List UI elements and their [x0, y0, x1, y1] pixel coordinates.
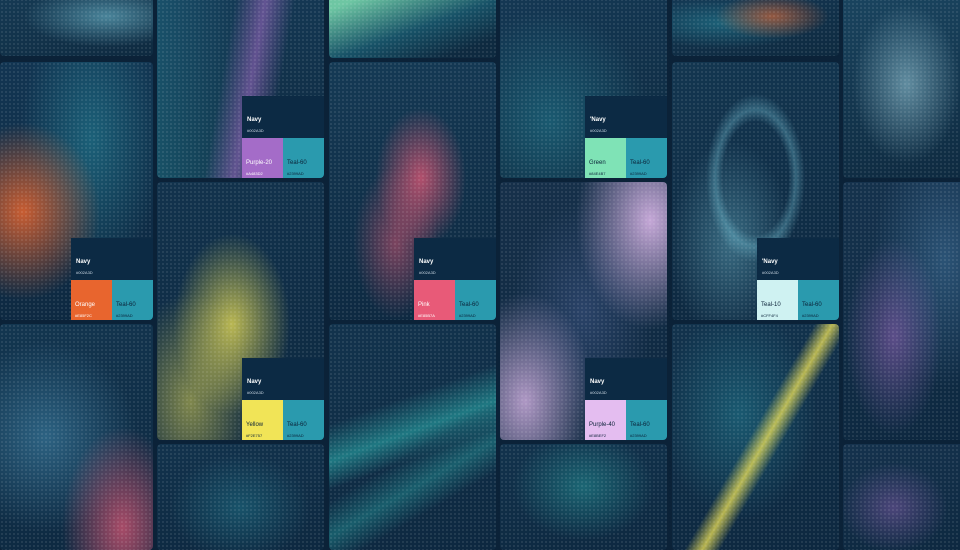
swatch-accent: Yellow #F2E757 [242, 400, 283, 440]
color-swatch-card: Navy #002A3D Purple-20 #A483D2 Teal-60 #… [242, 96, 324, 178]
texture-tile: 'Navy #002A3D Green #84E4B7 Teal-60 #239… [500, 0, 667, 178]
swatch-accent-hex: #84E4B7 [589, 171, 606, 176]
swatch-base-name: Navy [247, 117, 262, 123]
swatch-secondary-hex: #2399AD [287, 433, 304, 438]
swatch-accent-hex: #E85B7A [418, 313, 435, 318]
swatch-secondary-name: Teal-60 [459, 302, 479, 308]
swatch-base: Navy #002A3D [585, 358, 667, 400]
color-swatch-card: Navy #002A3D Purple-40 #E8BEF2 Teal-60 #… [585, 358, 667, 440]
swatch-accent-name: Teal-10 [761, 302, 781, 308]
swatch-secondary: Teal-60 #2399AD [112, 280, 153, 320]
texture-wall: Navy #002A3D Orange #E85F2C Teal-60 #239… [0, 0, 960, 550]
swatch-secondary: Teal-60 #2399AD [455, 280, 496, 320]
texture-tile [329, 0, 496, 58]
swatch-base: Navy #002A3D [242, 96, 324, 138]
swatch-secondary-hex: #2399AD [630, 433, 647, 438]
swatch-base-hex: #002A3D [590, 390, 607, 395]
swatch-accent-hex: #E8BEF2 [589, 433, 607, 438]
swatch-secondary-name: Teal-60 [116, 302, 136, 308]
swatch-base-name: Navy [590, 379, 605, 385]
swatch-base: 'Navy #002A3D [585, 96, 667, 138]
texture-tile: Navy #002A3D Yellow #F2E757 Teal-60 #239… [157, 182, 324, 440]
texture-tile [157, 444, 324, 550]
texture-tile [0, 0, 153, 56]
texture-tile [672, 324, 839, 550]
swatch-base-hex: #002A3D [76, 270, 93, 275]
color-swatch-card: 'Navy #002A3D Green #84E4B7 Teal-60 #239… [585, 96, 667, 178]
texture-tile [0, 324, 153, 550]
swatch-accent-name: Purple-40 [589, 422, 616, 428]
swatch-base: Navy #002A3D [242, 358, 324, 400]
swatch-base-name: Navy [419, 259, 434, 265]
texture-tile: Navy #002A3D Pink #E85B7A Teal-60 #2399A… [329, 62, 496, 320]
swatch-secondary-name: Teal-60 [630, 160, 650, 166]
swatch-secondary: Teal-60 #2399AD [283, 400, 324, 440]
swatch-accent-hex: #CFF4F4 [761, 313, 778, 318]
swatch-secondary: Teal-60 #2399AD [626, 138, 667, 178]
texture-tile: Navy #002A3D Orange #E85F2C Teal-60 #239… [0, 62, 153, 320]
color-swatch-card: Navy #002A3D Orange #E85F2C Teal-60 #239… [71, 238, 153, 320]
swatch-accent-hex: #E85F2C [75, 313, 92, 318]
swatch-accent: Green #84E4B7 [585, 138, 626, 178]
swatch-secondary-hex: #2399AD [459, 313, 476, 318]
swatch-accent: Orange #E85F2C [71, 280, 112, 320]
swatch-base: Navy #002A3D [414, 238, 496, 280]
color-swatch-card: 'Navy #002A3D Teal-10 #CFF4F4 Teal-60 #2… [757, 238, 839, 320]
swatch-secondary-name: Teal-60 [287, 160, 307, 166]
swatch-accent: Purple-20 #A483D2 [242, 138, 283, 178]
swatch-base-hex: #002A3D [247, 390, 264, 395]
swatch-accent-name: Yellow [246, 422, 264, 428]
texture-tile: 'Navy #002A3D Teal-10 #CFF4F4 Teal-60 #2… [672, 62, 839, 320]
swatch-base-name: Navy [247, 379, 262, 385]
color-swatch-card: Navy #002A3D Pink #E85B7A Teal-60 #2399A… [414, 238, 496, 320]
texture-tile [843, 182, 960, 440]
swatch-base-hex: #002A3D [419, 270, 436, 275]
swatch-secondary-name: Teal-60 [630, 422, 650, 428]
swatch-accent: Pink #E85B7A [414, 280, 455, 320]
swatch-base: 'Navy #002A3D [757, 238, 839, 280]
texture-tile: Navy #002A3D Purple-40 #E8BEF2 Teal-60 #… [500, 182, 667, 440]
swatch-base-hex: #002A3D [247, 128, 264, 133]
swatch-base-hex: #002A3D [590, 128, 607, 133]
swatch-base-name: 'Navy [590, 117, 606, 123]
swatch-accent-name: Purple-20 [246, 160, 273, 166]
swatch-accent: Teal-10 #CFF4F4 [757, 280, 798, 320]
swatch-base-name: Navy [76, 259, 91, 265]
swatch-base-name: 'Navy [762, 259, 778, 265]
color-swatch-card: Navy #002A3D Yellow #F2E757 Teal-60 #239… [242, 358, 324, 440]
texture-tile [329, 324, 496, 550]
swatch-accent-name: Orange [75, 302, 96, 308]
texture-tile [672, 0, 839, 56]
texture-tile [843, 444, 960, 550]
texture-tile [843, 0, 960, 178]
swatch-secondary: Teal-60 #2399AD [283, 138, 324, 178]
swatch-secondary-hex: #2399AD [802, 313, 819, 318]
swatch-base: Navy #002A3D [71, 238, 153, 280]
swatch-secondary-name: Teal-60 [287, 422, 307, 428]
swatch-secondary-hex: #2399AD [287, 171, 304, 176]
swatch-secondary: Teal-60 #2399AD [626, 400, 667, 440]
texture-tile: Navy #002A3D Purple-20 #A483D2 Teal-60 #… [157, 0, 324, 178]
swatch-secondary-name: Teal-60 [802, 302, 822, 308]
swatch-secondary-hex: #2399AD [116, 313, 133, 318]
swatch-secondary-hex: #2399AD [630, 171, 647, 176]
swatch-accent-hex: #F2E757 [246, 433, 263, 438]
swatch-accent: Purple-40 #E8BEF2 [585, 400, 626, 440]
texture-tile [500, 444, 667, 550]
swatch-accent-name: Green [589, 160, 606, 166]
swatch-accent-name: Pink [418, 302, 430, 308]
swatch-secondary: Teal-60 #2399AD [798, 280, 839, 320]
swatch-accent-hex: #A483D2 [246, 171, 263, 176]
swatch-base-hex: #002A3D [762, 270, 779, 275]
